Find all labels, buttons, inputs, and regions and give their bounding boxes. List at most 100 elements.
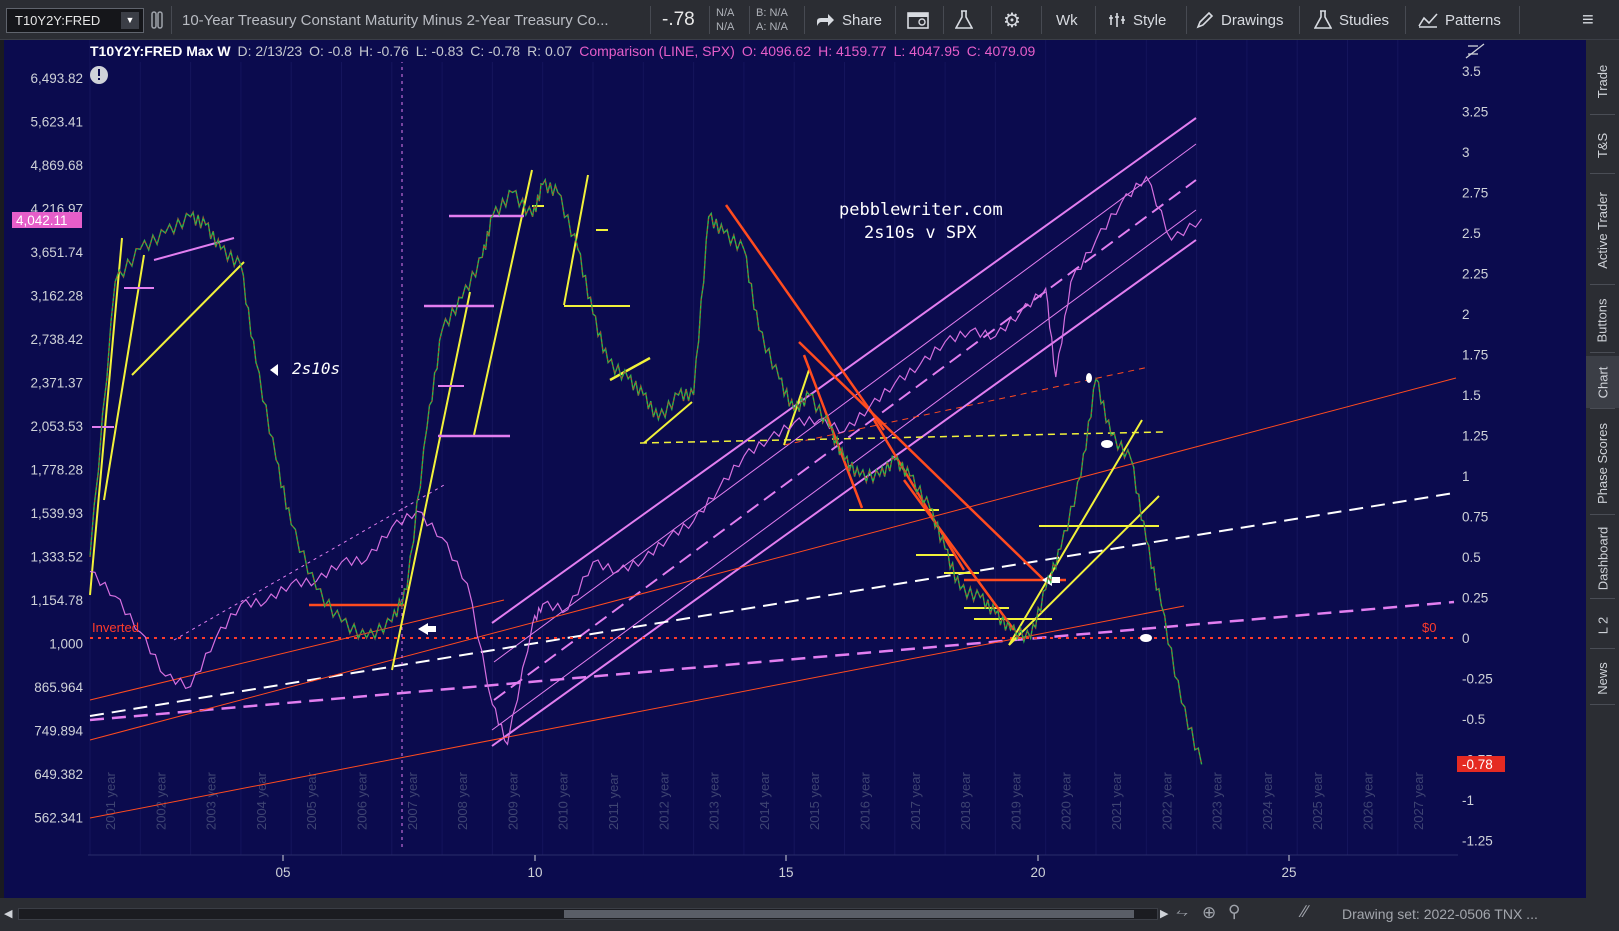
- right-axis-tick: 0.25: [1462, 591, 1488, 606]
- year-label: 2015 year: [807, 772, 822, 830]
- symbol-input[interactable]: T10Y2Y:FRED ▼: [6, 8, 144, 33]
- side-tab-label: Phase Scores: [1595, 422, 1610, 504]
- zoom-icon[interactable]: ⚲: [1228, 902, 1240, 922]
- flask-icon[interactable]: [955, 0, 973, 40]
- bottom-axis-tick: 10: [527, 865, 542, 880]
- symbol-dropdown-icon[interactable]: ▼: [121, 12, 139, 29]
- bid-ask: B: N/A A: N/A: [756, 0, 788, 40]
- crosshair-icon[interactable]: ⊕: [1202, 903, 1216, 923]
- link-icon[interactable]: [150, 0, 166, 40]
- right-axis-tick: 3: [1462, 145, 1470, 160]
- year-label: 2001 year: [103, 772, 118, 830]
- side-tab-label: T&S: [1594, 132, 1610, 159]
- patterns-label: Patterns: [1445, 11, 1501, 29]
- year-label: 2006 year: [355, 772, 370, 830]
- left-axis-tick: 562.341: [34, 811, 83, 826]
- bottom-axis-tick: 05: [275, 865, 290, 880]
- drawing-tool-icon[interactable]: ∕∕: [1302, 902, 1308, 922]
- drawings-button[interactable]: Drawings: [1196, 0, 1284, 40]
- year-label: 2023 year: [1210, 772, 1225, 830]
- year-label: 2009 year: [505, 772, 520, 830]
- left-axis: 6,493.825,623.414,869.684,216.973,651.74…: [30, 71, 83, 826]
- right-axis-tick: 1.5: [1462, 388, 1481, 403]
- share-button[interactable]: Share: [815, 0, 882, 40]
- cmp-open: O: 4096.62: [741, 43, 812, 59]
- axis-scale-icon[interactable]: [1465, 43, 1485, 59]
- side-tab-t-s[interactable]: T&S: [1586, 118, 1619, 173]
- year-label: 2016 year: [858, 772, 873, 830]
- year-label: 2011 year: [606, 772, 621, 830]
- cmp-low: L: 4047.95: [893, 43, 960, 59]
- left-axis-tick: 1,154.78: [30, 593, 83, 608]
- alert-icon[interactable]: [90, 66, 108, 84]
- symbol-description: 10-Year Treasury Constant Maturity Minus…: [182, 11, 609, 29]
- right-axis-tick: 2.25: [1462, 267, 1488, 282]
- price-chart[interactable]: 6,493.825,623.414,869.684,216.973,651.74…: [4, 40, 1586, 898]
- year-label: 2012 year: [656, 772, 671, 830]
- right-axis-tick: 2.75: [1462, 186, 1488, 201]
- left-axis-tick: 1,333.52: [30, 550, 83, 565]
- subtitle-annotation: 2s10s v SPX: [864, 223, 977, 243]
- style-icon: [1109, 13, 1125, 27]
- scroll-right-icon[interactable]: ▶: [1160, 907, 1168, 920]
- right-axis-tick: 0.5: [1462, 550, 1481, 565]
- left-axis-tick: 2,053.53: [30, 419, 83, 434]
- year-label: 2007 year: [405, 772, 420, 830]
- scrollbar-track[interactable]: [18, 908, 1158, 920]
- gear-icon[interactable]: ⚙: [1003, 0, 1021, 40]
- last-price: -.78: [662, 9, 695, 30]
- cmp-close: C: 4079.09: [966, 43, 1036, 59]
- bid-value: B: N/A: [756, 7, 788, 19]
- menu-icon[interactable]: ≡: [1582, 0, 1594, 40]
- side-tab-trade[interactable]: Trade: [1586, 48, 1619, 114]
- side-tab-active-trader[interactable]: Active Trader: [1586, 177, 1619, 284]
- symbol-text: T10Y2Y:FRED: [15, 13, 101, 28]
- style-button[interactable]: Style: [1108, 0, 1166, 40]
- side-tab-news[interactable]: News: [1586, 652, 1619, 704]
- scroll-left-icon[interactable]: ◀: [4, 907, 12, 920]
- chart-area[interactable]: 6,493.82 5,623.41 4,869.68 4,216.97 3,651.74…: [4, 40, 1586, 898]
- scrollbar-thumb[interactable]: [564, 910, 1134, 918]
- side-tab-label: Active Trader: [1595, 192, 1610, 269]
- side-tab-chart[interactable]: Chart: [1586, 356, 1619, 408]
- side-tab-label: Buttons: [1595, 297, 1610, 343]
- calendar-icon[interactable]: [907, 0, 929, 40]
- side-tab-dashboard[interactable]: Dashboard: [1586, 518, 1619, 598]
- studies-button[interactable]: Studies: [1314, 0, 1389, 40]
- period-button[interactable]: Wk: [1056, 0, 1078, 40]
- expand-icon[interactable]: ⥊: [1176, 904, 1188, 921]
- year-label: 2003 year: [204, 772, 219, 830]
- right-axis: 3.5 3.25 3 2.75 2.5 2.25 2 1.75 1.5 1.25 1 0.75 0.5 0…: [1462, 64, 1493, 849]
- info-close: C: -0.78: [470, 43, 521, 59]
- side-tab-label: Trade: [1595, 64, 1611, 98]
- left-axis-tick: 1,000: [49, 637, 83, 652]
- spx-price-marker: 4,042.11: [12, 212, 82, 228]
- year-label: 2026 year: [1361, 772, 1376, 830]
- zero-label: $0: [1422, 620, 1436, 635]
- right-axis-tick: 1: [1462, 469, 1470, 484]
- right-axis-tick: 0.75: [1462, 510, 1488, 525]
- bottom-axis-tick: 20: [1030, 865, 1045, 880]
- year-label: 2025 year: [1310, 772, 1325, 830]
- patterns-button[interactable]: Patterns: [1418, 0, 1501, 40]
- year-label: 2010 year: [556, 772, 571, 830]
- drawing-set-label[interactable]: Drawing set: 2022-0506 TNX ...: [1342, 906, 1538, 922]
- svg-text:4,042.11: 4,042.11: [16, 213, 68, 228]
- year-label: 2020 year: [1059, 772, 1074, 830]
- bottom-axis-tick: 25: [1281, 865, 1296, 880]
- bottom-axis-tick: 15: [778, 865, 793, 880]
- info-open: O: -0.8: [309, 43, 352, 59]
- patterns-icon: [1418, 13, 1438, 28]
- info-high: H: -0.76: [358, 43, 409, 59]
- side-tab-buttons[interactable]: Buttons: [1586, 288, 1619, 352]
- left-axis-tick: 2,738.42: [30, 332, 83, 347]
- right-axis-tick: 3.5: [1462, 64, 1481, 79]
- chart-title: T10Y2Y:FRED Max W: [90, 43, 231, 59]
- right-axis-tick: -0.25: [1462, 672, 1493, 687]
- side-tab-label: News: [1594, 661, 1610, 695]
- chart-info-line: T10Y2Y:FRED Max W D: 2/13/23 O: -0.8 H: …: [90, 40, 1043, 62]
- side-tab-phase-scores[interactable]: Phase Scores: [1586, 412, 1619, 514]
- side-tab-l-2[interactable]: L 2: [1586, 602, 1619, 648]
- bottom-axis: 05 10 15 20 25: [88, 854, 1458, 898]
- info-date: D: 2/13/23: [237, 43, 303, 59]
